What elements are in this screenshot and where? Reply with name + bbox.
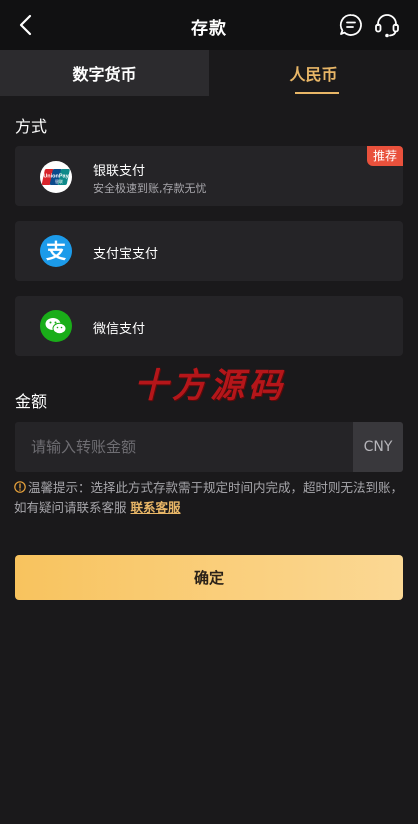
amount-input[interactable] (15, 422, 353, 472)
alipay-icon: 支 (40, 235, 72, 267)
headset-icon (375, 14, 399, 38)
chat-icon (339, 14, 362, 36)
customer-service-button[interactable] (373, 11, 401, 39)
unionpay-logo-subtext: 银联 (55, 178, 63, 184)
method-name: 支付宝支付 (93, 247, 159, 262)
method-name: 银联支付 (93, 164, 146, 179)
warm-tip: 温馨提示：选择此方式存款需于规定时间内完成，超时则无法到账，如有疑问请联系客服联… (14, 478, 406, 518)
tab-digital-currency[interactable]: 数字货币 (0, 50, 209, 96)
tip-text: 温馨提示：选择此方式存款需于规定时间内完成，超时则无法到账，如有疑问请联系客服 (14, 480, 404, 515)
method-description: 安全极速到账,存款无忧 (93, 182, 207, 195)
contact-support-link[interactable]: 联系客服 (131, 500, 181, 515)
confirm-button[interactable]: 确定 (15, 555, 403, 600)
amount-section-label: 金额 (15, 392, 48, 411)
amount-field-container: CNY (15, 422, 403, 472)
unionpay-icon: UnionPay 银联 (40, 161, 72, 193)
watermark-text: 十方源码 (134, 366, 286, 406)
payment-method-unionpay[interactable]: UnionPay 银联 银联支付 安全极速到账,存款无忧 推荐 (15, 146, 403, 206)
message-button[interactable] (338, 12, 364, 38)
warning-icon (14, 481, 26, 493)
currency-label: CNY (353, 422, 403, 472)
alipay-logo-text: 支 (46, 239, 67, 263)
top-bar: 存款 (0, 0, 418, 50)
method-name: 微信支付 (93, 322, 146, 337)
currency-tabs: 数字货币 人民币 (0, 50, 418, 96)
tab-rmb[interactable]: 人民币 (209, 50, 418, 96)
payment-method-alipay[interactable]: 支 支付宝支付 (15, 221, 403, 281)
recommended-badge: 推荐 (366, 146, 403, 166)
payment-method-wechat[interactable]: 微信支付 (15, 296, 403, 356)
active-tab-indicator (295, 92, 339, 94)
method-section-label: 方式 (15, 117, 48, 136)
wechat-icon (40, 310, 72, 342)
